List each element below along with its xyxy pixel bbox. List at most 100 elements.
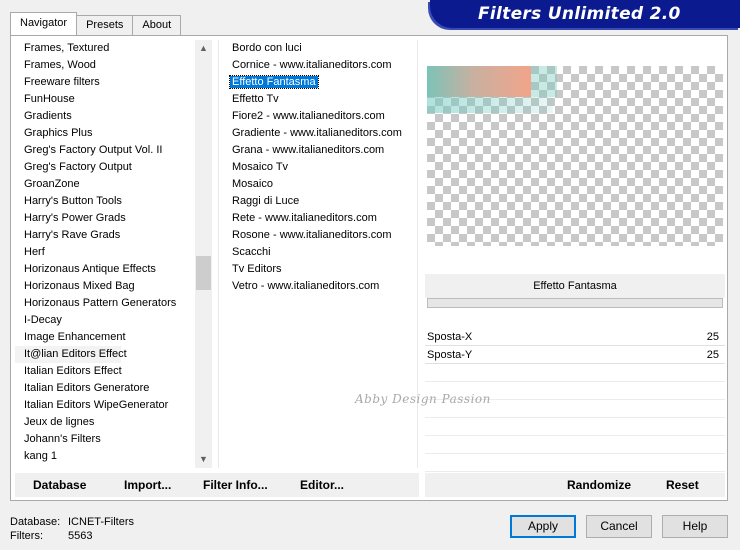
param-row-sposta-x[interactable]: Sposta-X 25 xyxy=(425,328,725,346)
database-label: Database: xyxy=(10,516,61,528)
param-value: 25 xyxy=(706,331,719,343)
selected-filter-title: Effetto Fantasma xyxy=(425,274,725,298)
category-item[interactable]: Italian Editors Effect xyxy=(15,363,215,380)
tab-bar: Navigator Presets About xyxy=(10,12,182,35)
filter-item[interactable]: Mosaico Tv xyxy=(219,159,417,176)
param-row-empty xyxy=(425,454,725,472)
preview-image-ghost xyxy=(531,66,557,97)
parameter-list: Sposta-X 25 Sposta-Y 25 xyxy=(425,328,725,490)
filter-item[interactable]: Tv Editors xyxy=(219,261,417,278)
filter-item[interactable]: Raggi di Luce xyxy=(219,193,417,210)
category-item[interactable]: I-Decay xyxy=(15,312,215,329)
category-item[interactable]: Freeware filters xyxy=(15,74,215,91)
category-item[interactable]: Greg's Factory Output Vol. II xyxy=(15,142,215,159)
tab-presets[interactable]: Presets xyxy=(76,15,134,35)
category-list[interactable]: Frames, Textured Frames, Wood Freeware fil… xyxy=(15,40,215,468)
filter-item[interactable]: Grana - www.italianeditors.com xyxy=(219,142,417,159)
category-item[interactable]: Italian Editors WipeGenerator xyxy=(15,397,215,414)
help-button[interactable]: Help xyxy=(662,515,728,538)
category-item[interactable]: Harry's Button Tools xyxy=(15,193,215,210)
progress-bar xyxy=(427,298,723,308)
category-item[interactable]: FunHouse xyxy=(15,91,215,108)
filter-item-label: Effetto Fantasma xyxy=(229,75,319,89)
filter-item[interactable]: Vetro - www.italianeditors.com xyxy=(219,278,417,295)
preview-image xyxy=(427,66,531,97)
filter-item[interactable]: Gradiente - www.italianeditors.com xyxy=(219,125,417,142)
filter-item-label: Rosone - www.italianeditors.com xyxy=(232,229,392,241)
filter-item[interactable]: Bordo con luci xyxy=(219,40,417,57)
category-item[interactable]: Frames, Wood xyxy=(15,57,215,74)
category-item[interactable]: Horizonaus Mixed Bag xyxy=(15,278,215,295)
scroll-up-icon[interactable]: ▲ xyxy=(195,40,212,57)
cancel-button[interactable]: Cancel xyxy=(586,515,652,538)
param-row-empty xyxy=(425,436,725,454)
filters-label: Filters: xyxy=(10,530,43,542)
filter-item-label: Cornice - www.italianeditors.com xyxy=(232,59,392,71)
filter-item-label: Bordo con luci xyxy=(232,42,302,54)
filter-item[interactable]: Rete - www.italianeditors.com xyxy=(219,210,417,227)
category-item[interactable]: Gradients xyxy=(15,108,215,125)
filter-item-label: Rete - www.italianeditors.com xyxy=(232,212,377,224)
filter-item-selected[interactable]: Effetto Fantasma xyxy=(219,74,417,91)
param-value: 25 xyxy=(706,349,719,361)
category-item[interactable]: Italian Editors Generatore xyxy=(15,380,215,397)
app-title-banner: Filters Unlimited 2.0 xyxy=(430,0,740,28)
category-item[interactable]: Image Enhancement xyxy=(15,329,215,346)
scroll-thumb[interactable] xyxy=(196,256,211,290)
filter-settings-pane: Effetto Fantasma Sposta-X 25 Sposta-Y 25… xyxy=(355,36,725,502)
filter-item-label: Grana - www.italianeditors.com xyxy=(232,144,385,156)
preview-image-shadow xyxy=(427,97,553,113)
category-item[interactable]: Horizonaus Pattern Generators xyxy=(15,295,215,312)
category-item[interactable]: GroanZone xyxy=(15,176,215,193)
preview-canvas xyxy=(427,66,723,246)
database-value: ICNET-Filters xyxy=(68,516,134,528)
editor-button[interactable]: Editor... xyxy=(300,473,344,497)
filter-item[interactable]: Cornice - www.italianeditors.com xyxy=(219,57,417,74)
category-item[interactable]: Frames, Textured xyxy=(15,40,215,57)
filter-item-label: Gradiente - www.italianeditors.com xyxy=(232,127,402,139)
filter-item-label: Tv Editors xyxy=(232,263,282,275)
scroll-down-icon[interactable]: ▼ xyxy=(195,451,212,468)
apply-button[interactable]: Apply xyxy=(510,515,576,538)
filter-item-label: Effetto Tv xyxy=(232,93,279,105)
filter-item-label: Fiore2 - www.italianeditors.com xyxy=(232,110,385,122)
filter-item[interactable]: Fiore2 - www.italianeditors.com xyxy=(219,108,417,125)
status-area: Database: ICNET-Filters Filters: 5563 xyxy=(10,515,134,543)
filter-item[interactable]: Mosaico xyxy=(219,176,417,193)
category-item[interactable]: Greg's Factory Output xyxy=(15,159,215,176)
category-item[interactable]: Herf xyxy=(15,244,215,261)
tab-navigator[interactable]: Navigator xyxy=(10,12,78,35)
category-item[interactable]: kang 1 xyxy=(15,448,215,465)
filter-item[interactable]: Scacchi xyxy=(219,244,417,261)
filter-item-label: Mosaico xyxy=(232,178,273,190)
settings-toolbar: Randomize Reset xyxy=(425,473,725,497)
filter-item[interactable]: Effetto Tv xyxy=(219,91,417,108)
param-row-empty xyxy=(425,418,725,436)
category-item[interactable]: Harry's Power Grads xyxy=(15,210,215,227)
category-item[interactable]: Horizonaus Antique Effects xyxy=(15,261,215,278)
category-item[interactable]: Harry's Rave Grads xyxy=(15,227,215,244)
category-item[interactable]: Johann's Filters xyxy=(15,431,215,448)
category-scrollbar[interactable]: ▲ ▼ xyxy=(195,40,212,468)
randomize-button[interactable]: Randomize xyxy=(567,473,631,497)
filters-count: 5563 xyxy=(68,530,93,542)
filter-info-button[interactable]: Filter Info... xyxy=(203,473,268,497)
param-name: Sposta-X xyxy=(427,331,473,343)
navigator-panel: Frames, Textured Frames, Wood Freeware fil… xyxy=(10,35,728,501)
category-item[interactable]: It@lian Editors Effect xyxy=(15,346,127,363)
filter-item-label: Vetro - www.italianeditors.com xyxy=(232,280,380,292)
category-item[interactable]: Jeux de lignes xyxy=(15,414,215,431)
param-row-empty xyxy=(425,364,725,382)
param-name: Sposta-Y xyxy=(427,349,473,361)
navigator-toolbar: Database Import... Filter Info... Editor… xyxy=(15,473,419,497)
watermark-signature: Abby Design Passion xyxy=(355,392,491,406)
category-item[interactable]: Graphics Plus xyxy=(15,125,215,142)
param-row-sposta-y[interactable]: Sposta-Y 25 xyxy=(425,346,725,364)
database-button[interactable]: Database xyxy=(33,473,86,497)
filter-item[interactable]: Rosone - www.italianeditors.com xyxy=(219,227,417,244)
filter-item-label: Mosaico Tv xyxy=(232,161,289,173)
tab-about[interactable]: About xyxy=(132,15,182,35)
reset-button[interactable]: Reset xyxy=(666,473,699,497)
import-button[interactable]: Import... xyxy=(124,473,171,497)
filter-item-label: Raggi di Luce xyxy=(232,195,300,207)
